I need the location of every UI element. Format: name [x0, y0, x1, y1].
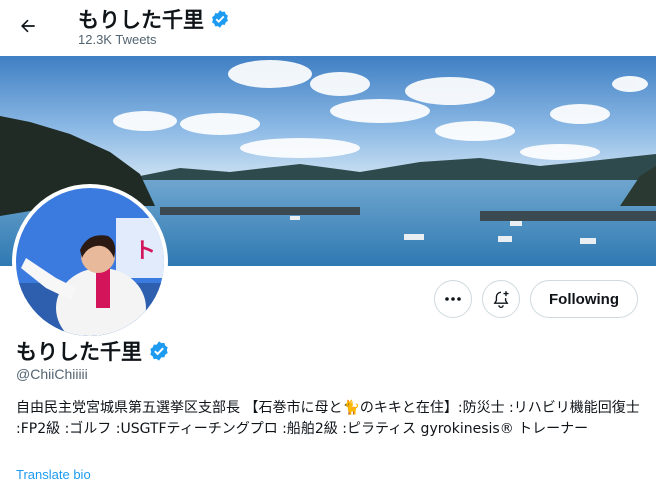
header-display-name: もりした千里 — [78, 8, 204, 32]
avatar-image: ト — [16, 188, 164, 336]
back-button[interactable] — [12, 10, 44, 42]
profile-name-row: もりした千里 — [16, 336, 170, 366]
cat-emoji: 🐈 — [342, 400, 360, 416]
more-button[interactable] — [434, 280, 473, 318]
svg-text:ト: ト — [134, 239, 156, 264]
profile-handle: @ChiiChiiiii — [16, 366, 88, 382]
profile-avatar[interactable]: ト — [12, 184, 168, 340]
profile-actions: Following — [434, 280, 638, 318]
profile-display-name: もりした千里 — [16, 340, 142, 364]
ellipsis-icon — [445, 297, 461, 301]
verified-badge-icon — [150, 341, 168, 361]
following-button[interactable]: Following — [530, 280, 638, 318]
bio-text-part1: 自由民主党宮城県第五選挙区支部長 【石巻市に母と — [16, 400, 343, 416]
translate-bio-link[interactable]: Translate bio — [16, 467, 91, 482]
notify-button[interactable] — [482, 280, 521, 318]
profile-bio: 自由民主党宮城県第五選挙区支部長 【石巻市に母と🐈のキキと在住】:防災士 :リハ… — [16, 398, 646, 440]
bell-plus-icon — [493, 291, 509, 308]
arrow-left-icon — [21, 19, 35, 33]
top-bar: もりした千里 12.3K Tweets — [0, 0, 656, 54]
tweet-count: 12.3K Tweets — [78, 32, 157, 47]
verified-badge-icon — [212, 10, 228, 28]
